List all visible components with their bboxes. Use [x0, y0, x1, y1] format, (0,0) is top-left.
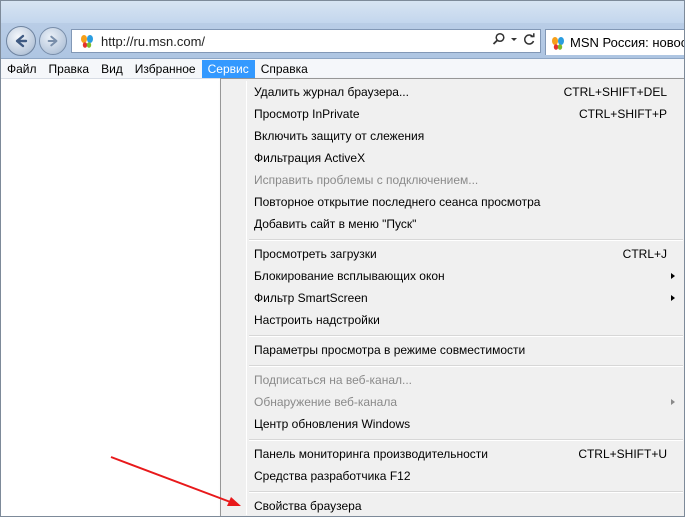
- menu-item-label: Параметры просмотра в режиме совместимос…: [254, 343, 526, 357]
- menu-favorites[interactable]: Избранное: [129, 60, 202, 78]
- submenu-arrow-icon: [671, 399, 675, 405]
- tab-title: MSN Россия: новости: [570, 35, 684, 50]
- msn-butterfly-icon: [550, 34, 566, 52]
- menu-view[interactable]: Вид: [95, 60, 129, 78]
- menu-item-f12-tools[interactable]: Средства разработчика F12: [223, 465, 683, 487]
- menu-item-compatibility-view[interactable]: Параметры просмотра в режиме совместимос…: [223, 339, 683, 361]
- menu-item-add-to-start[interactable]: Добавить сайт в меню "Пуск": [223, 213, 683, 235]
- menu-item-label: Обнаружение веб-канала: [254, 395, 398, 409]
- menu-item-label: Настроить надстройки: [254, 313, 380, 327]
- menu-item-popup-blocker[interactable]: Блокирование всплывающих окон: [223, 265, 683, 287]
- msn-butterfly-icon: [77, 31, 97, 51]
- menu-item-shortcut: CTRL+SHIFT+DEL: [563, 85, 667, 99]
- menu-item-tracking-protection[interactable]: Включить защиту от слежения: [223, 125, 683, 147]
- search-icon[interactable]: [492, 32, 506, 49]
- menu-item-shortcut: CTRL+SHIFT+P: [578, 107, 667, 121]
- menu-separator: [249, 365, 683, 367]
- menu-separator: [249, 491, 683, 493]
- menu-item-label: Включить защиту от слежения: [254, 129, 425, 143]
- menu-item-view-downloads[interactable]: Просмотреть загрузки CTRL+J: [223, 243, 683, 265]
- menu-item-label: Панель мониторинга производительности: [254, 447, 488, 461]
- address-tools: [492, 32, 536, 49]
- refresh-icon[interactable]: [522, 32, 536, 49]
- menu-item-manage-addons[interactable]: Настроить надстройки: [223, 309, 683, 331]
- menu-item-performance-dashboard[interactable]: Панель мониторинга производительности CT…: [223, 443, 683, 465]
- forward-button[interactable]: [39, 27, 67, 55]
- menu-bar: Файл Правка Вид Избранное Сервис Справка: [1, 59, 684, 79]
- menu-item-reopen-session[interactable]: Повторное открытие последнего сеанса про…: [223, 191, 683, 213]
- menu-item-internet-options[interactable]: Свойства браузера: [223, 495, 683, 516]
- menu-item-label: Просмотреть загрузки: [254, 247, 377, 261]
- chevron-down-icon[interactable]: [510, 32, 518, 49]
- menu-tools[interactable]: Сервис: [201, 59, 255, 78]
- menu-item-shortcut: CTRL+J: [622, 247, 667, 261]
- menu-separator: [249, 439, 683, 441]
- menu-item-label: Фильтрация ActiveX: [254, 151, 366, 165]
- back-arrow-icon: [15, 34, 28, 48]
- back-button[interactable]: [6, 26, 36, 56]
- menu-item-inprivate[interactable]: Просмотр InPrivate CTRL+SHIFT+P: [223, 103, 683, 125]
- menu-item-label: Свойства браузера: [254, 499, 362, 513]
- browser-toolbar: http://ru.msn.com/ MSN Россия: ново: [1, 1, 684, 59]
- title-bar: [1, 1, 684, 23]
- menu-item-label: Добавить сайт в меню "Пуск": [254, 217, 417, 231]
- menu-separator: [249, 335, 683, 337]
- tools-dropdown-menu: Удалить журнал браузера... CTRL+SHIFT+DE…: [220, 78, 684, 516]
- menu-item-label: Удалить журнал браузера...: [254, 85, 409, 99]
- browser-tab[interactable]: MSN Россия: новости: [545, 29, 684, 55]
- menu-help[interactable]: Справка: [255, 60, 314, 78]
- menu-item-shortcut: CTRL+SHIFT+U: [578, 447, 667, 461]
- menu-item-label: Фильтр SmartScreen: [254, 291, 368, 305]
- menu-item-label: Просмотр InPrivate: [254, 107, 360, 121]
- address-bar[interactable]: http://ru.msn.com/: [71, 29, 541, 53]
- menu-file[interactable]: Файл: [1, 60, 43, 78]
- menu-item-windows-update[interactable]: Центр обновления Windows: [223, 413, 683, 435]
- menu-item-feed-discovery: Обнаружение веб-канала: [223, 391, 683, 413]
- menu-edit[interactable]: Правка: [43, 60, 96, 78]
- submenu-arrow-icon: [671, 273, 675, 279]
- submenu-arrow-icon: [671, 295, 675, 301]
- menu-item-label: Подписаться на веб-канал...: [254, 373, 413, 387]
- browser-window: http://ru.msn.com/ MSN Россия: ново Файл…: [0, 0, 685, 517]
- address-url[interactable]: http://ru.msn.com/: [101, 34, 205, 49]
- menu-item-label: Повторное открытие последнего сеанса про…: [254, 195, 541, 209]
- menu-item-label: Средства разработчика F12: [254, 469, 411, 483]
- menu-item-fix-connection: Исправить проблемы с подключением...: [223, 169, 683, 191]
- menu-separator: [249, 239, 683, 241]
- menu-item-activex-filtering[interactable]: Фильтрация ActiveX: [223, 147, 683, 169]
- menu-item-label: Центр обновления Windows: [254, 417, 411, 431]
- menu-item-smartscreen[interactable]: Фильтр SmartScreen: [223, 287, 683, 309]
- menu-item-delete-history[interactable]: Удалить журнал браузера... CTRL+SHIFT+DE…: [223, 81, 683, 103]
- forward-arrow-icon: [47, 35, 58, 47]
- menu-item-label: Блокирование всплывающих окон: [254, 269, 445, 283]
- menu-item-subscribe-feed: Подписаться на веб-канал...: [223, 369, 683, 391]
- menu-item-label: Исправить проблемы с подключением...: [254, 173, 479, 187]
- page-left-pane: [1, 79, 221, 516]
